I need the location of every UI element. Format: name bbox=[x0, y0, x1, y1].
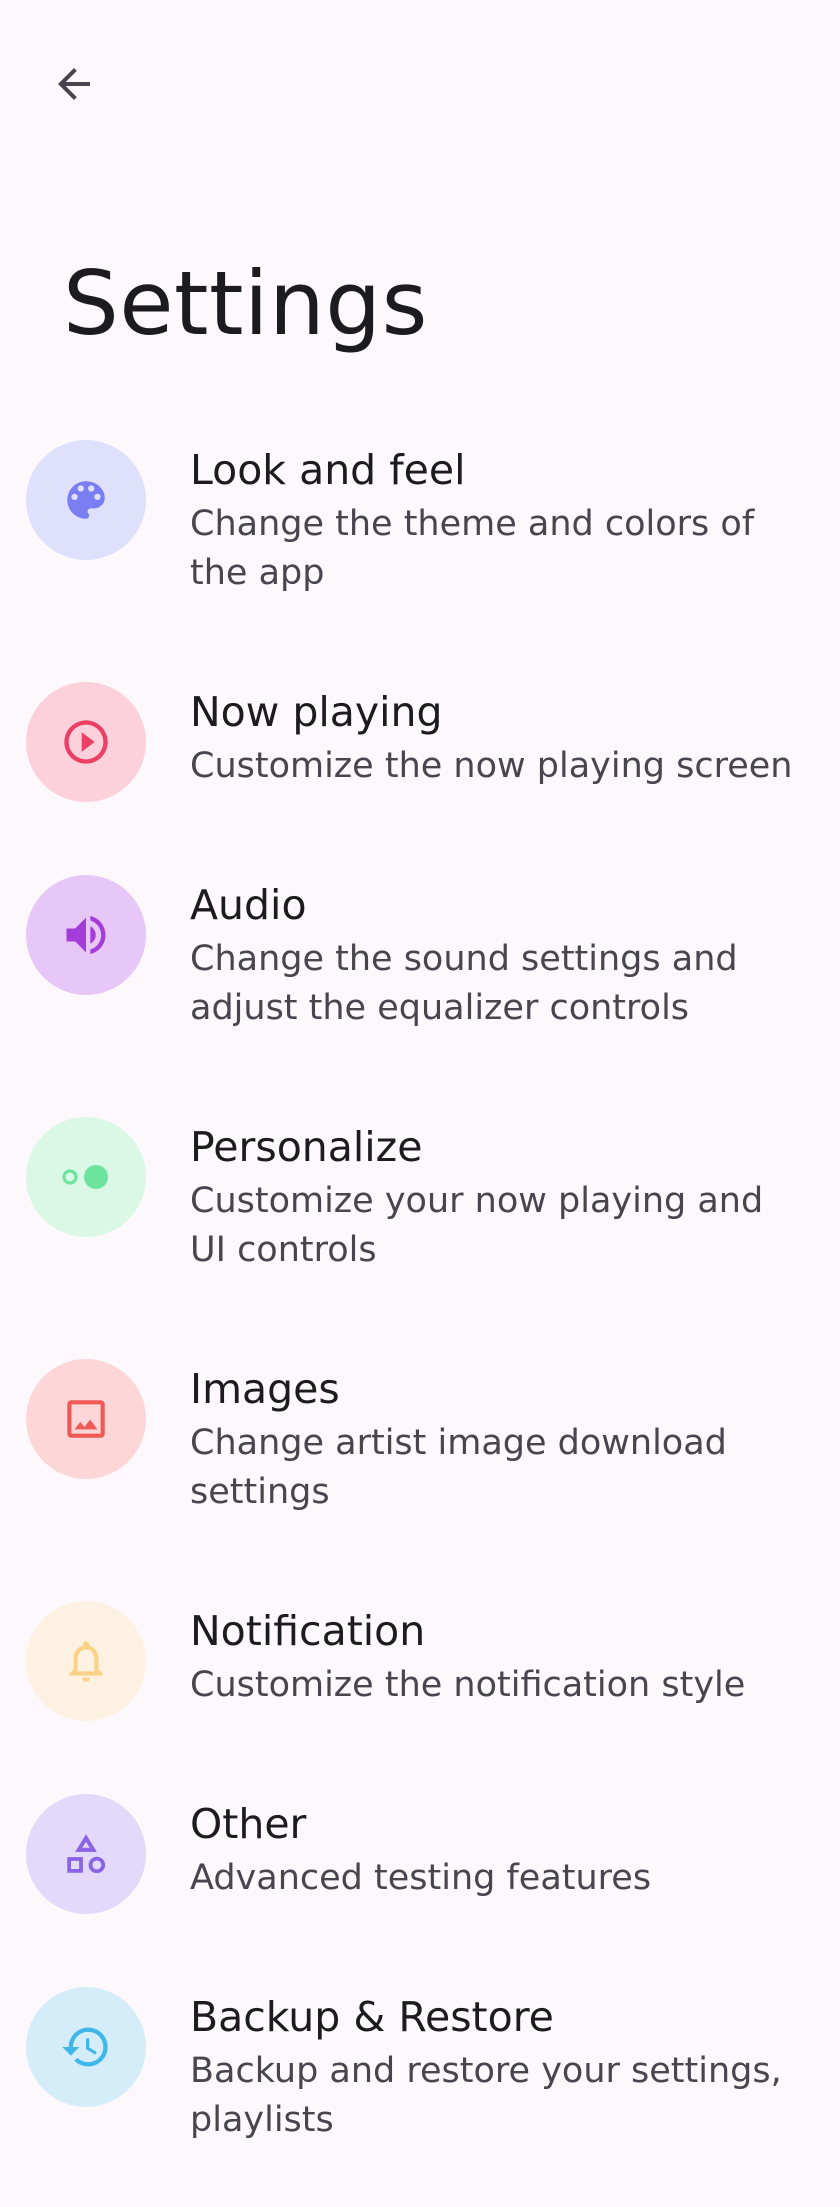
settings-item-title: Now playing bbox=[190, 688, 443, 736]
settings-item-title: Look and feel bbox=[190, 446, 466, 494]
settings-item-subtitle: Change artist image download settings bbox=[190, 1423, 727, 1512]
settings-item-notification[interactable]: Notification Customize the notification … bbox=[0, 1581, 840, 1731]
settings-item-audio[interactable]: Audio Change the sound settings and adju… bbox=[0, 855, 840, 1055]
settings-item-images[interactable]: Images Change artist image download sett… bbox=[0, 1339, 840, 1539]
now-playing-icon-circle bbox=[26, 682, 146, 802]
restore-icon bbox=[62, 2027, 108, 2067]
toggle-icon bbox=[62, 1165, 108, 1189]
settings-item-subtitle: Backup and restore your settings, playli… bbox=[190, 2051, 782, 2140]
settings-item-backup-restore[interactable]: Backup & Restore Backup and restore your… bbox=[0, 1967, 840, 2167]
settings-item-look-and-feel[interactable]: Look and feel Change the theme and color… bbox=[0, 420, 840, 620]
audio-icon-circle bbox=[26, 875, 146, 995]
look-and-feel-icon-circle bbox=[26, 440, 146, 560]
settings-item-personalize[interactable]: Personalize Customize your now playing a… bbox=[0, 1097, 840, 1297]
settings-item-subtitle: Customize your now playing and UI contro… bbox=[190, 1181, 764, 1270]
settings-item-title: Other bbox=[190, 1800, 307, 1848]
backup-restore-icon-circle bbox=[26, 1987, 146, 2107]
settings-item-subtitle: Advanced testing features bbox=[190, 1858, 652, 1898]
settings-item-subtitle: Customize the now playing screen bbox=[190, 746, 793, 786]
settings-item-now-playing[interactable]: Now playing Customize the now playing sc… bbox=[0, 662, 840, 812]
settings-item-title: Backup & Restore bbox=[190, 1993, 554, 2041]
personalize-icon-circle bbox=[26, 1117, 146, 1237]
image-icon bbox=[67, 1400, 105, 1438]
back-button[interactable] bbox=[36, 46, 112, 122]
settings-item-title: Personalize bbox=[190, 1123, 423, 1171]
settings-item-subtitle: Change the theme and colors of the app bbox=[190, 504, 755, 593]
settings-item-title: Audio bbox=[190, 881, 307, 929]
images-icon-circle bbox=[26, 1359, 146, 1479]
other-icon-circle bbox=[26, 1794, 146, 1914]
bell-icon bbox=[69, 1641, 103, 1682]
settings-item-title: Notification bbox=[190, 1607, 426, 1655]
palette-icon bbox=[67, 481, 105, 519]
volume-icon bbox=[66, 915, 106, 955]
settings-item-subtitle: Customize the notification style bbox=[190, 1665, 746, 1705]
play-circle-icon bbox=[64, 720, 108, 764]
shapes-icon bbox=[67, 1834, 106, 1874]
notification-icon-circle bbox=[26, 1601, 146, 1721]
settings-item-other[interactable]: Other Advanced testing features bbox=[0, 1774, 840, 1924]
page-title: Settings bbox=[63, 252, 428, 355]
arrow-left-icon bbox=[58, 68, 90, 100]
settings-item-title: Images bbox=[190, 1365, 340, 1413]
settings-item-subtitle: Change the sound settings and adjust the… bbox=[190, 939, 738, 1028]
